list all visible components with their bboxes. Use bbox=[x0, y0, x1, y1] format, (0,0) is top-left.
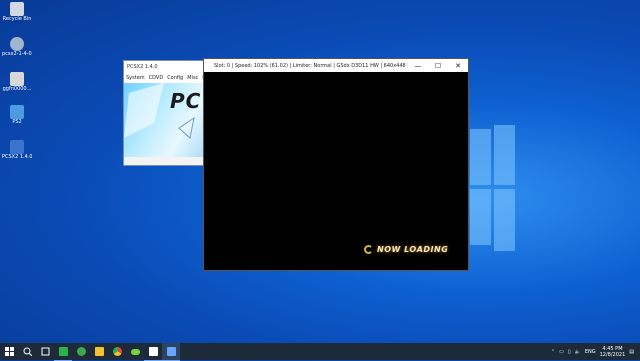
pcsx2-icon bbox=[10, 140, 24, 154]
tray-volume-icon[interactable]: 🔈 bbox=[575, 349, 581, 355]
pcsx2-logo-text: PC bbox=[170, 89, 202, 113]
search-icon bbox=[23, 347, 32, 356]
controller-icon bbox=[130, 348, 140, 355]
desktop-icon-ps2[interactable]: PS2 bbox=[2, 105, 32, 125]
menu-system[interactable]: System bbox=[126, 73, 145, 83]
tray-date: 12/8/2021 bbox=[599, 351, 626, 358]
taskbar-pcsx2[interactable] bbox=[162, 342, 180, 361]
desktop-icon-pcsx2[interactable]: PCSX2 1.4.0 bbox=[2, 140, 32, 160]
game-window-titlebar: Slot: 0 | Speed: 102% (61.02) | Limiter:… bbox=[204, 59, 468, 72]
menu-misc[interactable]: Misc bbox=[187, 73, 198, 83]
tray-battery-icon[interactable]: ▯ bbox=[568, 349, 571, 355]
search-button[interactable] bbox=[18, 343, 36, 360]
taskbar-file-explorer[interactable] bbox=[90, 343, 108, 360]
desktop-icon-pcsx2-archive[interactable]: pcsx2-1-4-0... bbox=[2, 37, 32, 57]
pcsx2-taskbar-icon bbox=[166, 346, 176, 356]
windows-logo bbox=[470, 125, 515, 253]
taskbar: ⌃ ▭ ▯ 🔈 ENG 4:45 PM 12/8/2021 ▤ bbox=[0, 342, 640, 361]
tray-chevron-icon[interactable]: ⌃ bbox=[551, 349, 555, 355]
chrome-icon bbox=[112, 347, 122, 356]
recycle-bin-icon bbox=[10, 2, 24, 16]
desktop-icon-file[interactable]: ggfn0000... bbox=[2, 72, 32, 92]
taskbar-controller[interactable] bbox=[126, 343, 144, 360]
loading-spinner-icon bbox=[364, 245, 373, 254]
maximize-button[interactable]: ☐ bbox=[428, 62, 448, 70]
app-green-icon bbox=[58, 346, 68, 356]
minimize-button[interactable]: — bbox=[408, 62, 428, 70]
system-tray: ⌃ ▭ ▯ 🔈 ENG 4:45 PM 12/8/2021 ▤ bbox=[551, 343, 640, 360]
tray-language[interactable]: ENG bbox=[585, 349, 596, 355]
menu-config[interactable]: Config bbox=[167, 73, 183, 83]
now-loading-text: NOW LOADING bbox=[377, 245, 449, 254]
taskbar-chrome[interactable] bbox=[108, 343, 126, 360]
tray-network-icon[interactable]: ▭ bbox=[559, 349, 564, 355]
file-explorer-icon bbox=[94, 347, 104, 356]
taskbar-app-green[interactable] bbox=[54, 343, 72, 361]
close-button[interactable]: ✕ bbox=[448, 62, 468, 70]
game-window-title: Slot: 0 | Speed: 102% (61.02) | Limiter:… bbox=[214, 62, 408, 69]
game-window[interactable]: Slot: 0 | Speed: 102% (61.02) | Limiter:… bbox=[203, 58, 469, 271]
pcsx2-title: PCSX2 1.4.0 bbox=[124, 61, 206, 73]
start-button[interactable] bbox=[0, 343, 18, 360]
pcsx2-main-window[interactable]: PCSX2 1.4.0 System CDVD Config Misc D PC bbox=[123, 60, 207, 166]
tray-clock[interactable]: 4:45 PM 12/8/2021 bbox=[600, 346, 626, 358]
taskbar-app-shield[interactable] bbox=[72, 343, 90, 360]
archive-icon bbox=[10, 37, 24, 51]
taskbar-cmd[interactable] bbox=[144, 343, 162, 361]
now-loading-indicator: NOW LOADING bbox=[364, 245, 448, 254]
tray-time: 4:45 PM bbox=[602, 345, 623, 352]
cmd-icon bbox=[148, 346, 158, 356]
file-icon bbox=[10, 72, 24, 86]
task-view-icon bbox=[41, 347, 49, 356]
task-view-button[interactable] bbox=[36, 343, 54, 360]
app-shield-icon bbox=[76, 347, 86, 356]
menu-cdvd[interactable]: CDVD bbox=[149, 73, 164, 83]
notification-icon[interactable]: ▤ bbox=[629, 349, 634, 355]
desktop-icon-recycle-bin[interactable]: Recycle Bin bbox=[2, 2, 32, 22]
pcsx2-banner: PC bbox=[124, 83, 206, 157]
pcsx2-menu-bar: System CDVD Config Misc D bbox=[124, 73, 206, 83]
start-icon bbox=[4, 347, 14, 356]
ps2-icon bbox=[10, 105, 24, 119]
